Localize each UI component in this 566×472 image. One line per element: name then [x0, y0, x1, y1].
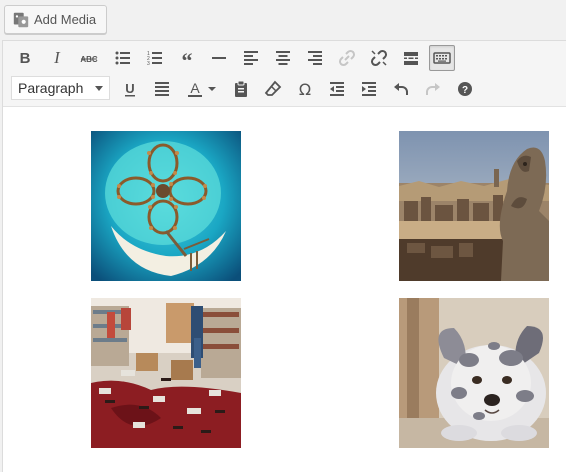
underline-button[interactable]: U — [117, 76, 143, 102]
read-more-button[interactable] — [398, 45, 424, 71]
numbered-list-icon: 123 — [147, 51, 162, 67]
svg-text:I: I — [53, 48, 61, 67]
bulleted-list-button[interactable] — [110, 45, 136, 71]
clear-formatting-button[interactable] — [260, 76, 286, 102]
blockquote-button[interactable]: “ — [174, 45, 200, 71]
insert-link-button[interactable] — [334, 45, 360, 71]
underline-icon: U — [125, 81, 135, 97]
svg-text:U: U — [125, 81, 134, 96]
align-left-icon — [244, 51, 258, 65]
store-aisle-image[interactable] — [91, 298, 241, 448]
keyboard-icon — [433, 52, 451, 64]
outdent-icon — [330, 82, 344, 96]
redo-icon — [426, 83, 440, 95]
align-center-button[interactable] — [270, 45, 296, 71]
svg-text:?: ? — [462, 85, 468, 96]
svg-text:A: A — [190, 80, 200, 96]
quote-icon: “ — [182, 48, 193, 68]
city-gargoyle-illustration — [399, 131, 549, 281]
svg-text:B: B — [20, 50, 31, 67]
undo-button[interactable] — [388, 76, 414, 102]
editor: B I ABC 123 “ Paragraph U A Ω ? — [2, 40, 566, 472]
format-select-value: Paragraph — [18, 80, 84, 96]
store-aisle-illustration — [91, 298, 241, 448]
bullet-list-icon — [115, 51, 130, 65]
media-icon — [13, 12, 29, 27]
puppy-illustration — [399, 298, 549, 448]
indent-icon — [362, 82, 376, 96]
format-select[interactable]: Paragraph — [11, 76, 110, 100]
align-justify-icon — [155, 82, 169, 96]
undo-icon — [394, 83, 408, 95]
link-icon — [338, 49, 356, 67]
strikethrough-icon: ABC — [80, 55, 98, 64]
help-icon: ? — [458, 82, 472, 96]
editor-toolbar: B I ABC 123 “ Paragraph U A Ω ? — [3, 41, 566, 107]
indent-button[interactable] — [356, 76, 382, 102]
bold-button[interactable]: B — [12, 45, 38, 71]
numbered-list-button[interactable]: 123 — [142, 45, 168, 71]
horizontal-line-button[interactable] — [206, 45, 232, 71]
horizontal-line-icon — [212, 57, 226, 59]
outdent-button[interactable] — [324, 76, 350, 102]
justify-button[interactable] — [149, 76, 175, 102]
align-right-icon — [308, 51, 322, 65]
align-right-button[interactable] — [302, 45, 328, 71]
align-center-icon — [276, 51, 290, 65]
italic-button[interactable]: I — [44, 45, 70, 71]
italic-icon: I — [53, 48, 61, 67]
paste-as-text-button[interactable] — [228, 76, 254, 102]
special-character-button[interactable]: Ω — [292, 76, 318, 102]
omega-icon: Ω — [299, 80, 311, 99]
paris-gargoyle-image[interactable] — [399, 131, 549, 281]
media-bar: Add Media — [0, 0, 566, 40]
puppy-image[interactable] — [399, 298, 549, 448]
chevron-down-icon — [208, 87, 216, 91]
strikethrough-button[interactable]: ABC — [76, 45, 102, 71]
redo-button[interactable] — [420, 76, 446, 102]
align-left-button[interactable] — [238, 45, 264, 71]
text-color-button[interactable]: A — [181, 76, 221, 102]
bold-icon: B — [20, 50, 31, 67]
text-color-icon: A — [188, 80, 202, 97]
chevron-down-icon — [95, 86, 103, 91]
island-resort-image[interactable] — [91, 131, 241, 281]
island-resort-illustration — [91, 131, 241, 281]
eraser-icon — [264, 80, 282, 96]
read-more-icon — [404, 52, 418, 65]
add-media-button[interactable]: Add Media — [4, 5, 107, 34]
toolbar-toggle-button[interactable] — [429, 45, 455, 71]
svg-text:“: “ — [182, 48, 193, 68]
add-media-label: Add Media — [34, 12, 97, 27]
svg-text:3: 3 — [147, 61, 150, 67]
clipboard-icon — [235, 80, 247, 97]
remove-link-button[interactable] — [366, 45, 392, 71]
unlink-icon — [370, 49, 388, 67]
help-button[interactable]: ? — [452, 76, 478, 102]
svg-text:Ω: Ω — [299, 80, 311, 99]
editor-content[interactable] — [3, 107, 566, 472]
